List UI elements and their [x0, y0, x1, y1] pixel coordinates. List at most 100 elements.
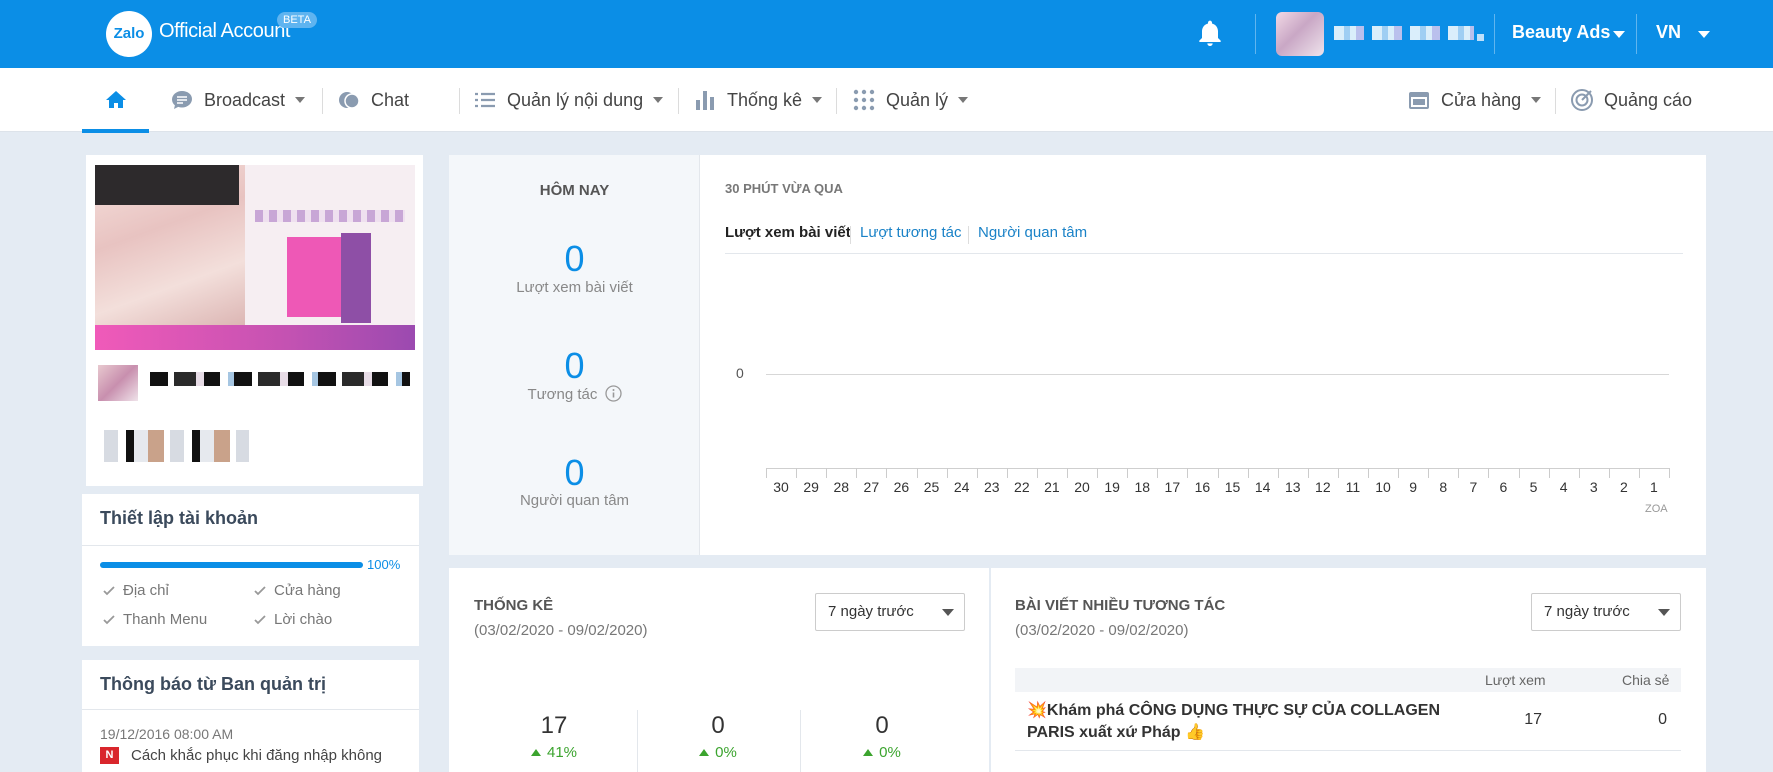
- chart-tick-label: 12: [1315, 479, 1331, 495]
- chart-tick-label: 5: [1529, 479, 1538, 495]
- chart-tick-mark: [1398, 468, 1400, 478]
- chart-tick-mark: [946, 468, 948, 478]
- chart-tick-mark: [1428, 468, 1430, 478]
- user-name-redacted[interactable]: [1334, 26, 1474, 40]
- setup-item-label: Lời chào: [274, 611, 333, 628]
- stat-divider: [800, 710, 801, 772]
- nav-stats[interactable]: Thống kê: [693, 68, 823, 132]
- chart-tick-mark: [1157, 468, 1159, 478]
- chart-tick-label: 18: [1134, 479, 1151, 495]
- chevron-down-icon[interactable]: [1613, 31, 1625, 38]
- account-setup-title: Thiết lập tài khoản: [100, 508, 259, 528]
- nav-manage[interactable]: Quản lý: [852, 68, 969, 132]
- stats-period-select[interactable]: 7 ngày trước: [815, 593, 965, 631]
- setup-item-address[interactable]: Địa chỉ: [102, 582, 169, 599]
- chart-tick-label: 20: [1074, 479, 1090, 495]
- chart-tick-mark: [976, 468, 978, 478]
- chevron-down-icon: [653, 97, 664, 103]
- user-avatar[interactable]: [1276, 12, 1324, 56]
- today-interactions-text: Tương tác: [527, 386, 598, 403]
- chart-tick-mark: [1127, 468, 1129, 478]
- target-icon: [1571, 89, 1593, 111]
- chart-tick-label: 6: [1499, 479, 1508, 495]
- chart-tick-mark: [1669, 468, 1670, 478]
- header-divider: [1255, 14, 1256, 54]
- check-icon: [103, 585, 115, 595]
- header-divider: [1636, 14, 1637, 54]
- stat-change-3: 0%: [802, 744, 962, 761]
- account-switcher[interactable]: Beauty Ads: [1512, 22, 1610, 43]
- chevron-down-icon: [942, 609, 954, 616]
- setup-progress-fill: [100, 562, 363, 568]
- check-icon: [254, 585, 266, 595]
- nav-chat[interactable]: Chat: [337, 68, 409, 132]
- zalo-logo[interactable]: Zalo: [106, 11, 152, 57]
- profile-avatar: [98, 365, 138, 401]
- nav-home[interactable]: [104, 68, 138, 132]
- chart-tick-label: 11: [1345, 479, 1361, 495]
- nav-ads[interactable]: Quảng cáo: [1570, 68, 1692, 132]
- nav-divider: [459, 88, 460, 114]
- setup-item-label: Thanh Menu: [123, 611, 208, 628]
- stat-change-1-value: 41%: [546, 744, 578, 761]
- chart-tick-mark: [826, 468, 828, 478]
- bell-icon[interactable]: [1194, 18, 1226, 50]
- recent-title: 30 PHÚT VỪA QUA: [725, 181, 843, 196]
- chart-tick-label: 23: [983, 479, 1000, 495]
- chevron-down-icon[interactable]: [1698, 31, 1710, 38]
- today-views-label: Lượt xem bài viết: [516, 279, 633, 296]
- chart-tick-label: 4: [1559, 479, 1568, 495]
- nav-store[interactable]: Cửa hàng: [1407, 68, 1542, 132]
- stats-range: (03/02/2020 - 09/02/2020): [474, 622, 648, 639]
- post-title-line2[interactable]: PARIS xuất xứ Pháp 👍: [1027, 722, 1467, 742]
- stat-value-3: 0: [875, 712, 889, 739]
- chart-tick-mark: [856, 468, 858, 478]
- setup-item-greeting[interactable]: Lời chào: [253, 611, 332, 628]
- setup-item-label: Cửa hàng: [274, 582, 341, 599]
- chart-tick-mark: [1097, 468, 1099, 478]
- chart-tick-mark: [1518, 468, 1520, 478]
- stat-change-1: 41%: [474, 744, 634, 761]
- chart-tick-label: 3: [1589, 479, 1598, 495]
- tab-divider: [968, 226, 969, 244]
- cover-image: [95, 165, 415, 350]
- nav-divider: [1555, 88, 1556, 114]
- nav-store-label: Cửa hàng: [1441, 89, 1522, 110]
- tab-post-views[interactable]: Lượt xem bài viết: [725, 224, 851, 241]
- chart-tick-mark: [1608, 468, 1610, 478]
- new-badge: N: [100, 747, 119, 764]
- chart-tick-label: 22: [1014, 479, 1030, 495]
- language-switcher[interactable]: VN: [1656, 22, 1681, 43]
- tab-interactions[interactable]: Lượt tương tác: [860, 224, 961, 241]
- nav-chat-label: Chat: [371, 89, 410, 110]
- chart-tick-mark: [886, 468, 888, 478]
- chart-watermark: ZOA: [1645, 503, 1668, 515]
- setup-item-label: Địa chỉ: [123, 582, 169, 599]
- post-views: 17: [1524, 711, 1542, 728]
- chart-tick-label: 28: [833, 479, 850, 495]
- grid-icon: [853, 89, 875, 111]
- header-divider: [1494, 14, 1495, 54]
- chart-tick-label: 9: [1409, 479, 1418, 495]
- tab-followers[interactable]: Người quan tâm: [978, 224, 1087, 241]
- setup-item-store[interactable]: Cửa hàng: [253, 582, 341, 599]
- nav-content[interactable]: Quản lý nội dung: [473, 68, 664, 132]
- chart-tick-label: 29: [803, 479, 819, 495]
- today-views-value: 0: [564, 238, 585, 279]
- beta-badge: BETA: [277, 12, 317, 28]
- list-icon: [475, 92, 495, 108]
- chart-tick-label: 24: [953, 479, 970, 495]
- info-icon[interactable]: [604, 385, 622, 402]
- broadcast-icon: [172, 91, 192, 109]
- active-tab-indicator: [82, 129, 149, 133]
- stat-change-3-value: 0%: [879, 744, 901, 761]
- post-title-line1[interactable]: 💥Khám phá CÔNG DỤNG THỰC SỰ CỦA COLLAGEN: [1027, 700, 1467, 720]
- setup-item-menu[interactable]: Thanh Menu: [102, 611, 207, 628]
- notice-link[interactable]: Cách khắc phục khi đăng nhập không: [131, 747, 382, 764]
- nav-broadcast[interactable]: Broadcast: [170, 68, 306, 132]
- logo-text: Official Account: [159, 20, 291, 42]
- chart-tick-label: 17: [1164, 479, 1181, 495]
- top-posts-period-select[interactable]: 7 ngày trước: [1531, 593, 1681, 631]
- nav-divider: [678, 88, 679, 114]
- chart-tick-label: 27: [863, 479, 880, 495]
